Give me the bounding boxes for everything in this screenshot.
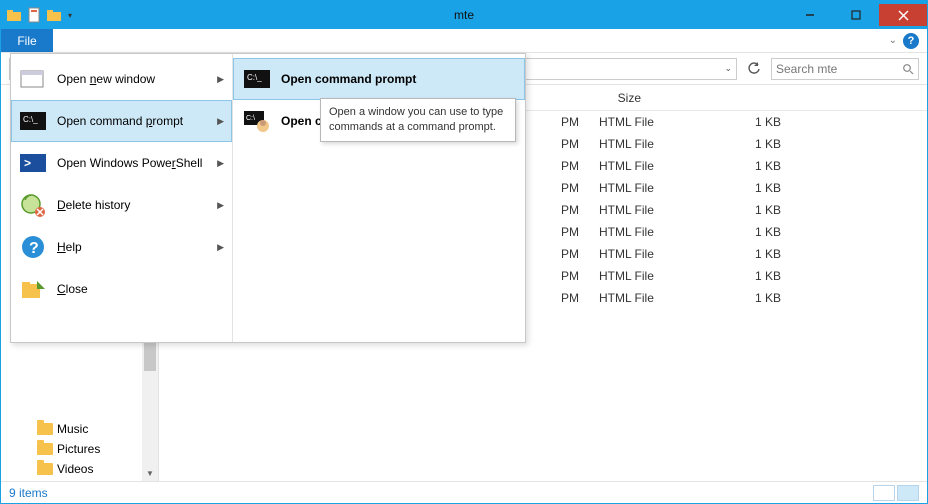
ps-icon: >: [19, 149, 47, 177]
file-menu: Open new window ▶ C:\_ Open command prompt ▶…: [10, 53, 526, 343]
folder-icon: [37, 423, 53, 435]
maximize-button[interactable]: [833, 4, 879, 26]
nav-item[interactable]: Pictures: [1, 439, 158, 459]
cell-size: 1 KB: [719, 159, 799, 173]
submenu-label: Open command prompt: [281, 72, 416, 86]
cell-date: PM: [529, 203, 599, 217]
file-tab[interactable]: File: [1, 29, 53, 52]
file-menu-item[interactable]: > Open Windows PowerShell ▶: [11, 142, 232, 184]
cell-size: 1 KB: [719, 225, 799, 239]
submenu-arrow-icon: ▶: [217, 158, 224, 169]
delhist-icon: [19, 191, 47, 219]
window-controls: [787, 4, 927, 26]
help-icon[interactable]: ?: [903, 33, 919, 49]
svg-text:C:\: C:\: [246, 115, 255, 122]
search-placeholder: Search mte: [776, 62, 837, 76]
cell-type: HTML File: [599, 159, 719, 173]
view-icons-button[interactable]: [897, 485, 919, 501]
menu-label: Help: [57, 240, 82, 254]
ribbon-expand-icon[interactable]: ⌄: [889, 35, 897, 46]
file-menu-item[interactable]: ? Help ▶: [11, 226, 232, 268]
file-menu-item[interactable]: Delete history ▶: [11, 184, 232, 226]
close-icon: [19, 275, 47, 303]
submenu-arrow-icon: ▶: [217, 116, 224, 127]
cell-size: 1 KB: [719, 137, 799, 151]
cell-date: PM: [529, 247, 599, 261]
cell-date: PM: [529, 225, 599, 239]
col-size[interactable]: Size: [579, 91, 659, 105]
cell-size: 1 KB: [719, 181, 799, 195]
submenu-arrow-icon: ▶: [217, 242, 224, 253]
cell-date: PM: [529, 159, 599, 173]
file-menu-item[interactable]: C:\_ Open command prompt ▶: [11, 100, 232, 142]
qat-dropdown-icon[interactable]: ▾: [65, 6, 75, 24]
submenu-item[interactable]: C:\_ Open command prompt: [233, 58, 525, 100]
cell-size: 1 KB: [719, 291, 799, 305]
cmd-icon: C:\_: [19, 107, 47, 135]
nav-label: Music: [57, 422, 88, 436]
cell-type: HTML File: [599, 181, 719, 195]
cell-date: PM: [529, 291, 599, 305]
submenu-arrow-icon: ▶: [217, 74, 224, 85]
cell-date: PM: [529, 269, 599, 283]
refresh-button[interactable]: [743, 58, 765, 80]
svg-text:?: ?: [29, 240, 39, 257]
nav-label: Pictures: [57, 442, 100, 456]
folder-icon: [37, 443, 53, 455]
cell-size: 1 KB: [719, 269, 799, 283]
window-icon: [19, 65, 47, 93]
svg-text:C:\_: C:\_: [23, 115, 38, 124]
nav-label: Videos: [57, 462, 93, 476]
new-folder-icon[interactable]: [45, 6, 63, 24]
help-icon: ?: [19, 233, 47, 261]
cmdadmin-icon: C:\: [243, 107, 271, 135]
cell-type: HTML File: [599, 247, 719, 261]
chevron-down-icon[interactable]: ⌄: [724, 63, 732, 74]
cell-type: HTML File: [599, 269, 719, 283]
cell-size: 1 KB: [719, 115, 799, 129]
menu-label: Open new window: [57, 72, 155, 86]
cell-date: PM: [529, 115, 599, 129]
folder-icon: [37, 463, 53, 475]
cell-type: HTML File: [599, 203, 719, 217]
minimize-button[interactable]: [787, 4, 833, 26]
status-bar: 9 items: [1, 481, 927, 503]
properties-icon[interactable]: [25, 6, 43, 24]
close-button[interactable]: [879, 4, 927, 26]
quick-access-toolbar: ▾: [1, 6, 75, 24]
search-input[interactable]: Search mte: [771, 58, 919, 80]
cell-date: PM: [529, 181, 599, 195]
cell-type: HTML File: [599, 115, 719, 129]
ribbon-tabs: File ⌄ ?: [1, 29, 927, 53]
file-menu-item[interactable]: Close: [11, 268, 232, 310]
cell-type: HTML File: [599, 291, 719, 305]
titlebar: ▾ mte: [1, 1, 927, 29]
nav-item[interactable]: Videos: [1, 459, 158, 479]
cell-date: PM: [529, 137, 599, 151]
menu-label: Close: [57, 282, 88, 296]
cmd-icon: C:\_: [243, 65, 271, 93]
menu-label: Delete history: [57, 198, 130, 212]
cell-type: HTML File: [599, 137, 719, 151]
menu-label: Open Windows PowerShell: [57, 156, 202, 170]
svg-text:>: >: [24, 156, 31, 170]
view-details-button[interactable]: [873, 485, 895, 501]
cell-type: HTML File: [599, 225, 719, 239]
window-title: mte: [454, 8, 474, 22]
cell-size: 1 KB: [719, 203, 799, 217]
nav-item[interactable]: Local Disk (C:): [1, 479, 158, 481]
cell-size: 1 KB: [719, 247, 799, 261]
search-icon: [902, 63, 914, 75]
nav-item[interactable]: Music: [1, 419, 158, 439]
svg-text:C:\_: C:\_: [247, 73, 262, 82]
app-icon: [5, 6, 23, 24]
submenu-arrow-icon: ▶: [217, 200, 224, 211]
menu-label: Open command prompt: [57, 114, 183, 128]
scroll-down-icon[interactable]: ▼: [142, 465, 158, 481]
tooltip: Open a window you can use to type comman…: [320, 98, 516, 142]
status-text: 9 items: [9, 486, 48, 500]
file-menu-item[interactable]: Open new window ▶: [11, 58, 232, 100]
